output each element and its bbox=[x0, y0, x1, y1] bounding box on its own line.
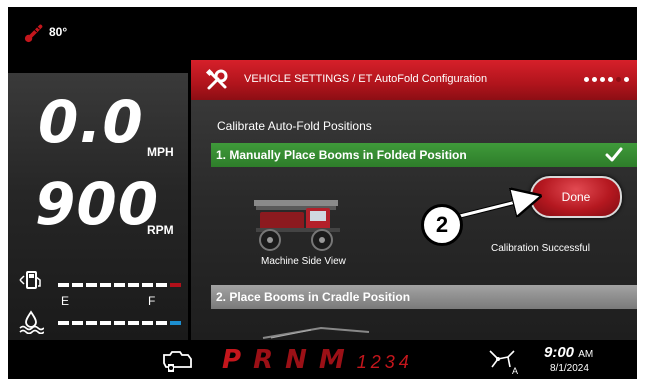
page-dot bbox=[584, 77, 589, 82]
speed-unit: MPH bbox=[147, 145, 174, 159]
date: 8/1/2024 bbox=[550, 363, 589, 374]
gear-numbers: 1234 bbox=[356, 352, 413, 372]
gear-selector: P R N M 1234 bbox=[222, 345, 413, 375]
page-dot bbox=[624, 77, 629, 82]
fuel-pump-icon bbox=[19, 271, 41, 289]
rpm-unit: RPM bbox=[147, 223, 174, 237]
fuel-empty-label: E bbox=[61, 294, 70, 308]
panel-title: VEHICLE SETTINGS / ET AutoFold Configura… bbox=[244, 73, 488, 85]
step1-row[interactable]: 1. Manually Place Booms in Folded Positi… bbox=[211, 143, 637, 167]
calibration-status-message: Calibration Successful bbox=[491, 243, 590, 254]
gear-r: R bbox=[253, 345, 274, 375]
clock-ampm: AM bbox=[578, 349, 594, 360]
display-screen: 80° 0.0 MPH 900 RPM E F VEHICLE SETTINGS… bbox=[8, 7, 637, 379]
clock: 9:00 AM bbox=[544, 344, 593, 361]
gear-m: M bbox=[318, 345, 345, 375]
page-dot bbox=[600, 77, 605, 82]
gear-p: P bbox=[222, 345, 242, 375]
boom-cradle-image bbox=[262, 326, 370, 339]
bottom-status-bar: P R N M 1234 A 9:00 AM 8/1/2024 bbox=[8, 342, 637, 379]
machine-side-view-label: Machine Side View bbox=[261, 256, 346, 267]
step2-label: 2. Place Booms in Cradle Position bbox=[216, 290, 411, 304]
page-dot bbox=[592, 77, 597, 82]
fuel-level-bar bbox=[58, 283, 181, 287]
machine-side-view-image bbox=[254, 200, 340, 251]
clock-time: 9:00 bbox=[544, 344, 575, 361]
panel-subtitle: Calibrate Auto-Fold Positions bbox=[217, 119, 372, 133]
gauge-panel: 0.0 MPH 900 RPM E F bbox=[8, 73, 188, 340]
page-dot-current bbox=[616, 77, 621, 82]
steering-mode-icon: A bbox=[489, 350, 518, 375]
gear-n: N bbox=[285, 345, 307, 375]
page-dot bbox=[608, 77, 613, 82]
temperature-readout: 80° bbox=[24, 21, 67, 43]
page-indicator bbox=[584, 77, 629, 82]
fuel-full-label: F bbox=[148, 294, 156, 308]
steering-mode-letter: A bbox=[512, 366, 518, 375]
thermometer-icon bbox=[24, 24, 43, 43]
def-fluid-icon bbox=[19, 310, 44, 334]
step1-label: 1. Manually Place Booms in Folded Positi… bbox=[216, 148, 467, 162]
step2-row[interactable]: 2. Place Booms in Cradle Position bbox=[211, 285, 637, 309]
speed-value: 0.0 bbox=[38, 88, 144, 156]
panel-title-bar: VEHICLE SETTINGS / ET AutoFold Configura… bbox=[191, 60, 637, 100]
done-button[interactable]: Done bbox=[530, 176, 622, 218]
rpm-value: 900 bbox=[35, 170, 160, 238]
callout-number: 2 bbox=[421, 204, 463, 246]
def-level-bar bbox=[58, 321, 181, 325]
check-icon bbox=[605, 147, 623, 162]
settings-panel: VEHICLE SETTINGS / ET AutoFold Configura… bbox=[191, 60, 637, 340]
engine-warning-icon bbox=[163, 351, 192, 372]
wrench-screwdriver-icon bbox=[205, 68, 228, 90]
temperature-value: 80° bbox=[49, 25, 68, 39]
